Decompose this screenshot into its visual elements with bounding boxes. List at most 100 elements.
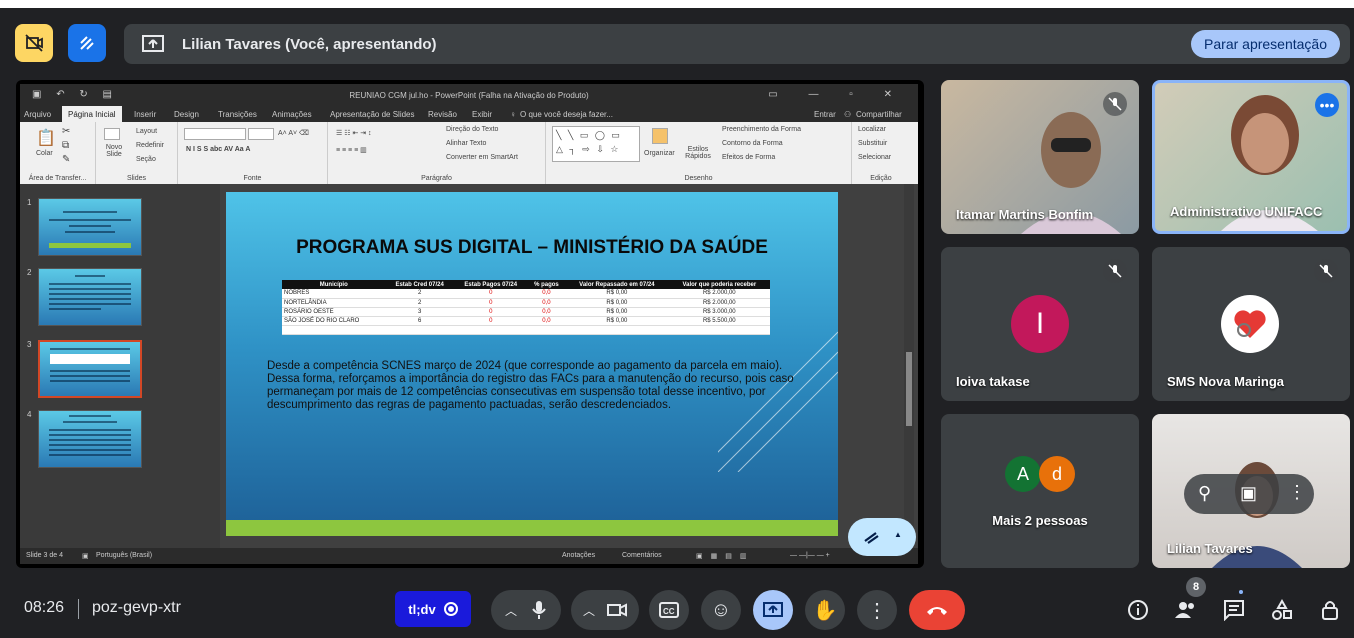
participant-tile-lilian[interactable]: ⚲ ▣ ⋮ Lilian Tavares xyxy=(1152,414,1350,568)
window-controls[interactable]: ▭ — ▫ ✕ xyxy=(768,89,906,100)
comments-button[interactable]: Comentários xyxy=(622,552,662,559)
tab-transicoes[interactable]: Transições xyxy=(218,110,257,119)
current-slide[interactable]: PROGRAMA SUS DIGITAL – MINISTÉRIO DA SAÚ… xyxy=(226,192,838,536)
arrange-button[interactable]: Organizar xyxy=(644,150,675,157)
edit-icon[interactable] xyxy=(68,24,106,62)
tab-arquivo[interactable]: Arquivo xyxy=(24,110,51,119)
font-format-buttons[interactable]: N I S S abc AV Aa A xyxy=(186,146,250,153)
language-label[interactable]: Português (Brasil) xyxy=(96,552,152,559)
notes-button[interactable]: Anotações xyxy=(562,552,595,559)
tell-me-input[interactable]: O que você deseja fazer... xyxy=(520,110,613,119)
share-button[interactable]: Compartilhar xyxy=(856,110,902,119)
emoji-button[interactable]: ☺ xyxy=(701,590,741,630)
participant-tile-itamar[interactable]: Itamar Martins Bonfim xyxy=(941,80,1139,234)
chevron-up-icon[interactable]: ︿ xyxy=(505,602,517,619)
frame-icon[interactable]: ▣ xyxy=(1240,483,1257,504)
group-label-slides: Slides xyxy=(126,175,147,182)
zoom-slider[interactable]: — —|— — + xyxy=(790,552,830,559)
select-button[interactable]: Selecionar xyxy=(858,154,891,161)
shape-outline-button[interactable]: Contorno da Forma xyxy=(722,140,783,147)
sign-in-link[interactable]: Entrar xyxy=(814,110,836,119)
lightbulb-icon: ♀ xyxy=(510,110,516,119)
pin-icon[interactable]: ⚲ xyxy=(1198,483,1211,504)
no-camera-icon[interactable] xyxy=(15,24,53,62)
participant-tile-administrativo[interactable]: ••• Administrativo UNIFACC xyxy=(1152,80,1350,234)
font-size-select[interactable] xyxy=(248,128,274,140)
view-buttons[interactable]: ▣▦▤▥ xyxy=(696,552,754,560)
annotation-fab[interactable]: ▲ xyxy=(848,518,916,556)
presenting-text: Lilian Tavares (Você, apresentando) xyxy=(182,36,437,53)
tab-pagina-inicial[interactable]: Página Inicial xyxy=(62,106,122,122)
group-label-clipboard: Área de Transfer... xyxy=(28,175,87,182)
spellcheck-icon[interactable]: ▣ xyxy=(82,552,89,560)
shape-effects-button[interactable]: Efeitos de Forma xyxy=(722,154,775,161)
list-buttons[interactable]: ☰ ☷ ⇤ ⇥ ↕ xyxy=(336,129,372,137)
slide-thumbnail-1[interactable] xyxy=(38,198,142,256)
stop-presenting-button[interactable]: Parar apresentação xyxy=(1191,30,1340,58)
arrange-icon[interactable] xyxy=(652,128,668,144)
more-vert-icon[interactable]: ⋮ xyxy=(1288,482,1306,503)
present-button[interactable] xyxy=(753,590,793,630)
reset-button[interactable]: Redefinir xyxy=(136,142,164,149)
font-size-buttons[interactable]: A˄ A˅ ⌫ xyxy=(278,129,309,137)
people-icon[interactable] xyxy=(1172,596,1200,624)
section-button[interactable]: Seção xyxy=(136,156,156,163)
copy-icon[interactable]: ⧉ xyxy=(62,140,69,151)
participant-tile-ioiva[interactable]: I Ioiva takase xyxy=(941,247,1139,401)
emoji-icon: ☺ xyxy=(710,598,732,621)
table-header: Estab Pagos 07/24 xyxy=(453,280,528,289)
chevron-up-icon[interactable]: ︿ xyxy=(583,602,595,619)
slide-body-line-1: Desde a competência SCNES março de 2024 … xyxy=(267,360,783,372)
tab-inserir[interactable]: Inserir xyxy=(134,110,156,119)
format-painter-icon[interactable]: ✎ xyxy=(62,154,70,165)
mic-off-icon xyxy=(1103,92,1127,116)
font-family-select[interactable] xyxy=(184,128,246,140)
paste-label[interactable]: Colar xyxy=(36,150,53,157)
more-options-icon[interactable]: ••• xyxy=(1315,93,1339,117)
cut-icon[interactable]: ✂ xyxy=(62,126,70,137)
host-controls-icon[interactable] xyxy=(1316,596,1344,624)
replace-button[interactable]: Substituir xyxy=(858,140,887,147)
slide-thumbnail-2[interactable] xyxy=(38,268,142,326)
table-cell: NOBRES xyxy=(282,289,386,299)
participant-tile-more[interactable]: A d Mais 2 pessoas xyxy=(941,414,1139,568)
chat-icon[interactable] xyxy=(1220,596,1248,624)
raise-hand-button[interactable]: ✋ xyxy=(805,590,845,630)
layout-button[interactable]: Layout xyxy=(136,128,157,135)
shape-fill-button[interactable]: Preenchimento da Forma xyxy=(722,126,801,133)
activities-icon[interactable] xyxy=(1268,596,1296,624)
tab-apresentacao[interactable]: Apresentação de Slides xyxy=(330,110,415,119)
group-paragraph: ☰ ☷ ⇤ ⇥ ↕ ≡ ≡ ≡ ≡ ▥ Direção do Texto Ali… xyxy=(328,122,546,184)
tldv-extension-button[interactable]: tl;dv xyxy=(395,591,471,627)
leave-call-button[interactable] xyxy=(909,590,965,630)
align-text-button[interactable]: Alinhar Texto xyxy=(446,140,486,147)
tab-exibir[interactable]: Exibir xyxy=(472,110,492,119)
info-icon[interactable] xyxy=(1124,596,1152,624)
ppt-status-bar: Slide 3 de 4 ▣ Português (Brasil) Anotaç… xyxy=(20,548,918,564)
new-slide-icon[interactable] xyxy=(104,128,120,140)
camera-control[interactable]: ︿ xyxy=(571,590,639,630)
table-cell: 0,0 xyxy=(527,289,566,299)
slide-thumbnail-3[interactable] xyxy=(38,340,142,398)
tab-design[interactable]: Design xyxy=(174,110,199,119)
participant-name: Ioiva takase xyxy=(956,374,1030,389)
powerpoint-window: ▣ ↶ ↻ ▤ REUNIAO CGM jul.ho - PowerPoint … xyxy=(20,84,918,564)
more-options-button[interactable]: ⋮ xyxy=(857,590,897,630)
find-button[interactable]: Localizar xyxy=(858,126,886,133)
table-header: Estab Cred 07/24 xyxy=(385,280,454,289)
tab-revisao[interactable]: Revisão xyxy=(428,110,457,119)
slide-title: PROGRAMA SUS DIGITAL – MINISTÉRIO DA SAÚ… xyxy=(296,237,768,258)
group-label-font: Fonte xyxy=(243,175,262,182)
paste-icon[interactable]: 📋 xyxy=(36,128,56,148)
slide-thumbnail-4[interactable] xyxy=(38,410,142,468)
mic-control[interactable]: ︿ xyxy=(491,590,561,630)
slide-scrollbar[interactable] xyxy=(904,184,914,548)
text-direction-button[interactable]: Direção do Texto xyxy=(446,126,498,133)
new-slide-button[interactable]: Novo Slide xyxy=(100,144,128,158)
tab-animacoes[interactable]: Animações xyxy=(272,110,312,119)
quick-styles-button[interactable]: Estilos Rápidos xyxy=(682,146,714,160)
align-buttons[interactable]: ≡ ≡ ≡ ≡ ▥ xyxy=(336,146,367,154)
smartart-button[interactable]: Converter em SmartArt xyxy=(446,154,518,161)
participant-tile-sms[interactable]: SMS Nova Maringa xyxy=(1152,247,1350,401)
captions-button[interactable]: CC xyxy=(649,590,689,630)
